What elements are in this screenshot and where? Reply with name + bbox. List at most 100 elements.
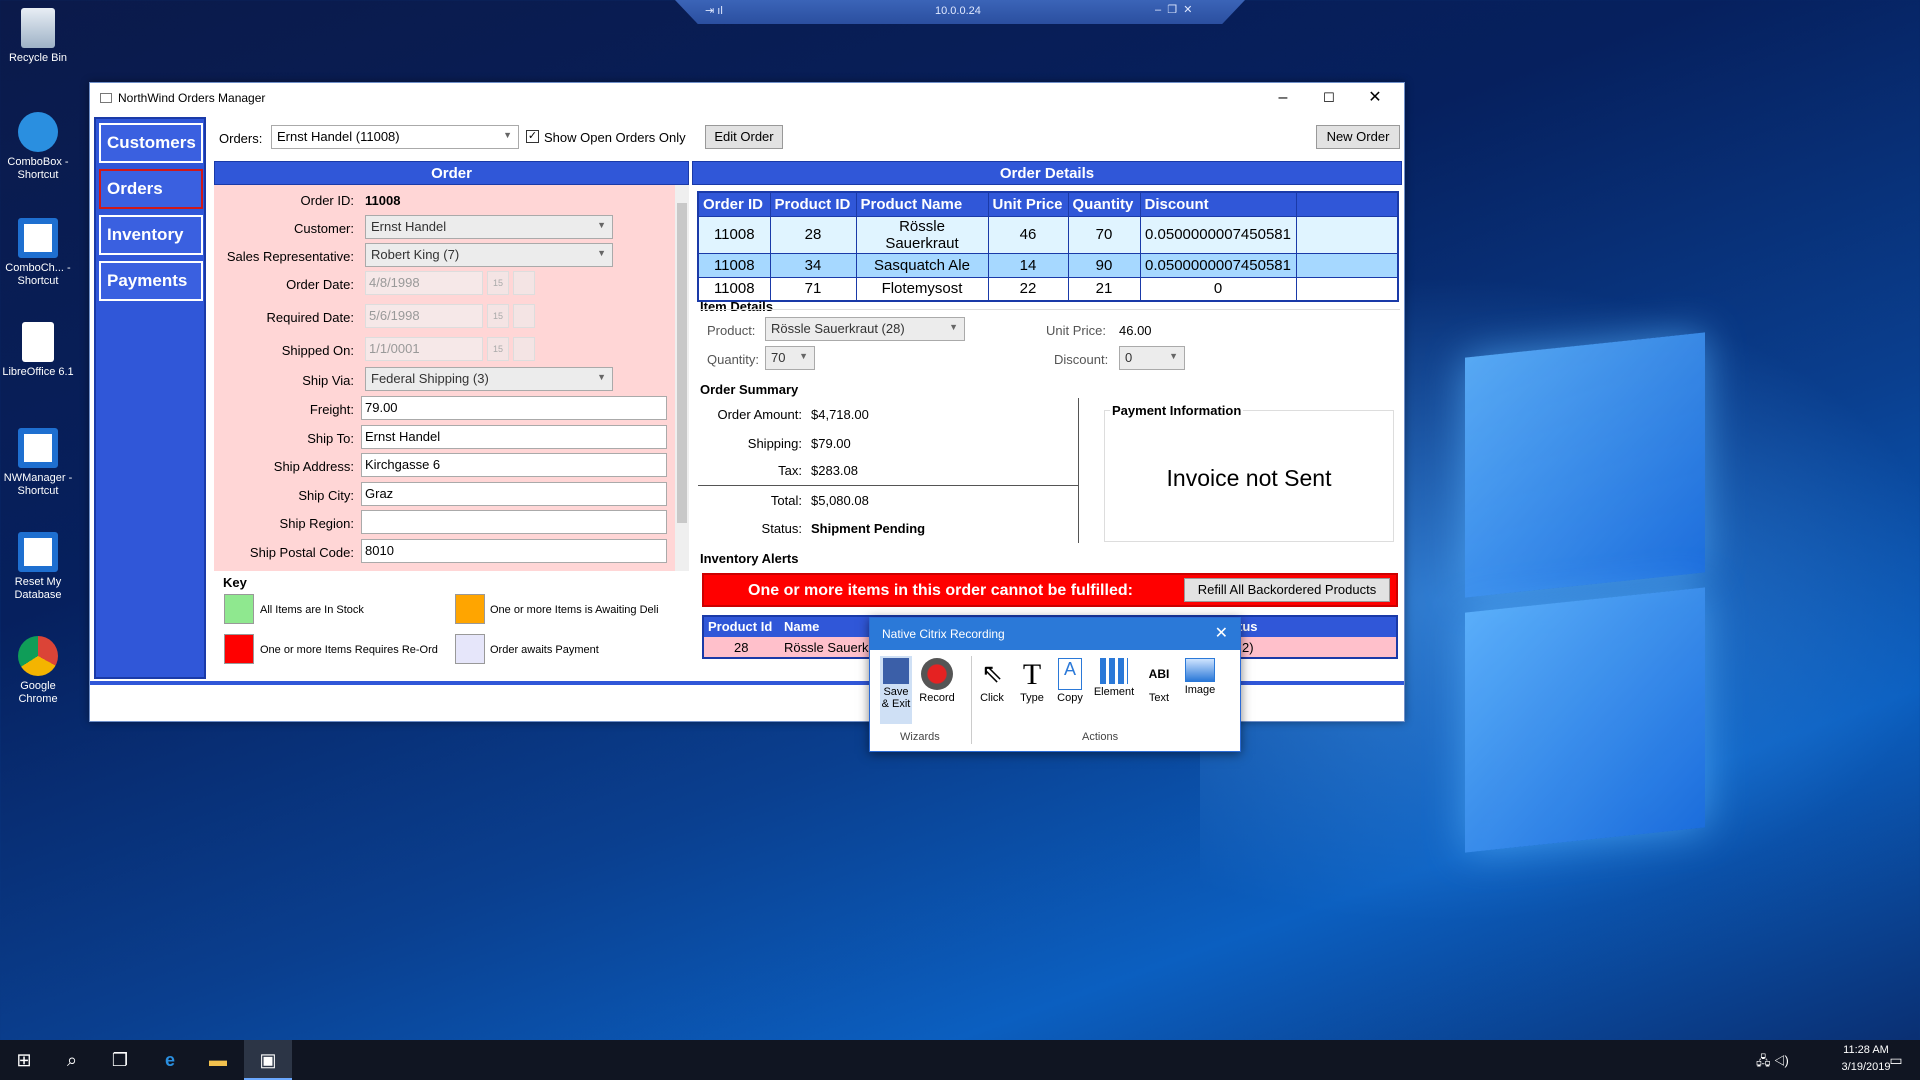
type-t-icon: T xyxy=(1022,658,1042,691)
desktop-icon-combobox[interactable]: ComboBox - Shortcut xyxy=(0,112,76,182)
orders-dropdown[interactable]: Ernst Handel (11008) ▼ xyxy=(271,125,519,149)
desktop-icon-combocheck[interactable]: ComboCh... - Shortcut xyxy=(0,218,76,288)
desktop-icon-recycle-bin[interactable]: Recycle Bin xyxy=(0,8,76,65)
ship-region-field[interactable] xyxy=(361,510,667,534)
type-action[interactable]: T Type xyxy=(1016,658,1048,704)
tray-icons[interactable]: 🖧 ◁) xyxy=(1756,1052,1789,1074)
cell: 0.0500000007450581 xyxy=(1139,215,1297,254)
copy-action[interactable]: A Copy xyxy=(1054,658,1086,704)
sales-rep-dropdown[interactable]: Robert King (7) ▼ xyxy=(365,243,613,267)
floppy-disk-icon xyxy=(883,658,909,684)
citrix-connection-bar[interactable]: ⇥ ıl 10.0.0.24 – ❐ ✕ xyxy=(675,0,1245,24)
nav-payments[interactable]: Payments xyxy=(99,261,203,301)
col-discount[interactable]: Discount xyxy=(1139,191,1297,217)
ie-shortcut-icon xyxy=(18,112,58,152)
ship-address-label: Ship Address: xyxy=(273,459,354,474)
cell: Rössle Sauerkraut xyxy=(855,215,989,254)
notifications-icon[interactable]: ▭ xyxy=(1872,1040,1920,1080)
save-exit-button[interactable]: Save & Exit xyxy=(880,656,912,724)
maximize-button[interactable]: ☐ xyxy=(1306,83,1352,113)
cell: 70 xyxy=(1067,215,1141,254)
col-unit-price[interactable]: Unit Price xyxy=(987,191,1069,217)
edit-order-button[interactable]: Edit Order xyxy=(705,125,783,149)
discount-dropdown[interactable]: 0 ▼ xyxy=(1119,346,1185,370)
nav-orders[interactable]: Orders xyxy=(99,169,203,209)
minimize-button[interactable]: – xyxy=(1260,83,1306,113)
cell: 21 xyxy=(1067,276,1141,302)
nav-inventory[interactable]: Inventory xyxy=(99,215,203,255)
calendar-icon[interactable]: 15 xyxy=(487,271,509,295)
col-name[interactable]: Name xyxy=(784,619,819,634)
quantity-dropdown[interactable]: 70 ▼ xyxy=(765,346,815,370)
order-form-scrollbar[interactable] xyxy=(675,185,689,571)
cell: 0.0500000007450581 xyxy=(1139,252,1297,278)
chevron-down-icon: ▼ xyxy=(503,130,512,140)
date-clear-box[interactable] xyxy=(513,304,535,328)
col-product-name[interactable]: Product Name xyxy=(855,191,989,217)
table-row[interactable]: 11008 34 Sasquatch Ale 14 90 0.05000000074505… xyxy=(697,252,1399,278)
key-title: Key xyxy=(223,575,247,590)
chevron-down-icon: ▼ xyxy=(597,220,606,230)
cell: 28 xyxy=(734,640,749,655)
cell xyxy=(1295,276,1399,302)
ship-postal-field[interactable]: 8010 xyxy=(361,539,667,563)
start-windows-icon[interactable]: ⊞ xyxy=(0,1040,48,1080)
table-row[interactable]: 11008 71 Flotemysost 22 21 0 xyxy=(697,276,1399,302)
shipped-on-field[interactable]: 1/1/0001 xyxy=(365,337,483,361)
record-button[interactable]: Record xyxy=(918,658,956,704)
required-date-field[interactable]: 5/6/1998 xyxy=(365,304,483,328)
recording-title-bar[interactable]: Native Citrix Recording ✕ xyxy=(870,618,1240,650)
ship-to-field[interactable]: Ernst Handel xyxy=(361,425,667,449)
col-product-id[interactable]: Product Id xyxy=(708,619,772,634)
search-icon[interactable]: ⌕ xyxy=(48,1040,96,1080)
image-action[interactable]: Image xyxy=(1180,658,1220,696)
table-row[interactable]: 11008 28 Rössle Sauerkraut 46 70 0.0500000007… xyxy=(697,215,1399,254)
key-swatch-payment xyxy=(455,634,485,664)
title-bar[interactable]: NorthWind Orders Manager xyxy=(90,83,1404,113)
chevron-down-icon: ▼ xyxy=(597,372,606,382)
show-open-checkbox[interactable]: ✓ xyxy=(526,130,539,143)
nav-customers[interactable]: Customers xyxy=(99,123,203,163)
freight-field[interactable]: 79.00 xyxy=(361,396,667,420)
folder-icon[interactable]: ▬ xyxy=(194,1040,242,1080)
ship-via-dropdown[interactable]: Federal Shipping (3) ▼ xyxy=(365,367,613,391)
col-extra xyxy=(1295,191,1399,217)
citrix-controls[interactable]: – ❐ ✕ xyxy=(1155,3,1192,16)
order-date-field[interactable]: 4/8/1998 xyxy=(365,271,483,295)
date-clear-box[interactable] xyxy=(513,337,535,361)
col-quantity[interactable]: Quantity xyxy=(1067,191,1141,217)
ship-via-label: Ship Via: xyxy=(302,373,354,388)
product-dropdown[interactable]: Rössle Sauerkraut (28) ▼ xyxy=(765,317,965,341)
ship-city-field[interactable]: Graz xyxy=(361,482,667,506)
chevron-down-icon: ▼ xyxy=(597,248,606,258)
click-action[interactable]: ⇖ Click xyxy=(974,658,1010,704)
new-order-button[interactable]: New Order xyxy=(1316,125,1400,149)
desktop-icon-reset-db[interactable]: Reset My Database xyxy=(0,532,76,602)
desktop-icon-chrome[interactable]: Google Chrome xyxy=(0,636,76,706)
order-details-table[interactable]: Order ID Product ID Product Name Unit Pr… xyxy=(697,191,1399,302)
task-view-icon[interactable]: ❐ xyxy=(96,1040,144,1080)
element-action[interactable]: Element xyxy=(1092,658,1136,698)
col-order-id[interactable]: Order ID xyxy=(697,191,771,217)
key-text-awaiting: One or more Items is Awaiting Deli xyxy=(490,604,659,616)
date-clear-box[interactable] xyxy=(513,271,535,295)
key-swatch-reorder xyxy=(224,634,254,664)
citrix-app-icon[interactable]: ▣ xyxy=(244,1040,292,1080)
order-header: Order xyxy=(214,161,689,185)
ship-address-field[interactable]: Kirchgasse 6 xyxy=(361,453,667,477)
desktop-icon-nwmanager[interactable]: NWManager - Shortcut xyxy=(0,428,76,498)
show-open-label: Show Open Orders Only xyxy=(544,130,686,145)
desktop-icon-libreoffice[interactable]: LibreOffice 6.1 xyxy=(0,322,76,379)
refill-backordered-button[interactable]: Refill All Backordered Products xyxy=(1184,578,1390,602)
close-icon[interactable]: ✕ xyxy=(1215,618,1228,650)
ie-icon[interactable]: e xyxy=(146,1040,194,1080)
col-product-id[interactable]: Product ID xyxy=(769,191,857,217)
app-shortcut-icon xyxy=(18,532,58,572)
key-text-in-stock: All Items are In Stock xyxy=(260,604,364,616)
customer-dropdown[interactable]: Ernst Handel ▼ xyxy=(365,215,613,239)
close-button[interactable]: ✕ xyxy=(1352,83,1398,113)
calendar-icon[interactable]: 15 xyxy=(487,304,509,328)
text-action[interactable]: ABI Text xyxy=(1142,658,1176,704)
pin-icon[interactable]: ⇥ ıl xyxy=(705,4,723,17)
calendar-icon[interactable]: 15 xyxy=(487,337,509,361)
